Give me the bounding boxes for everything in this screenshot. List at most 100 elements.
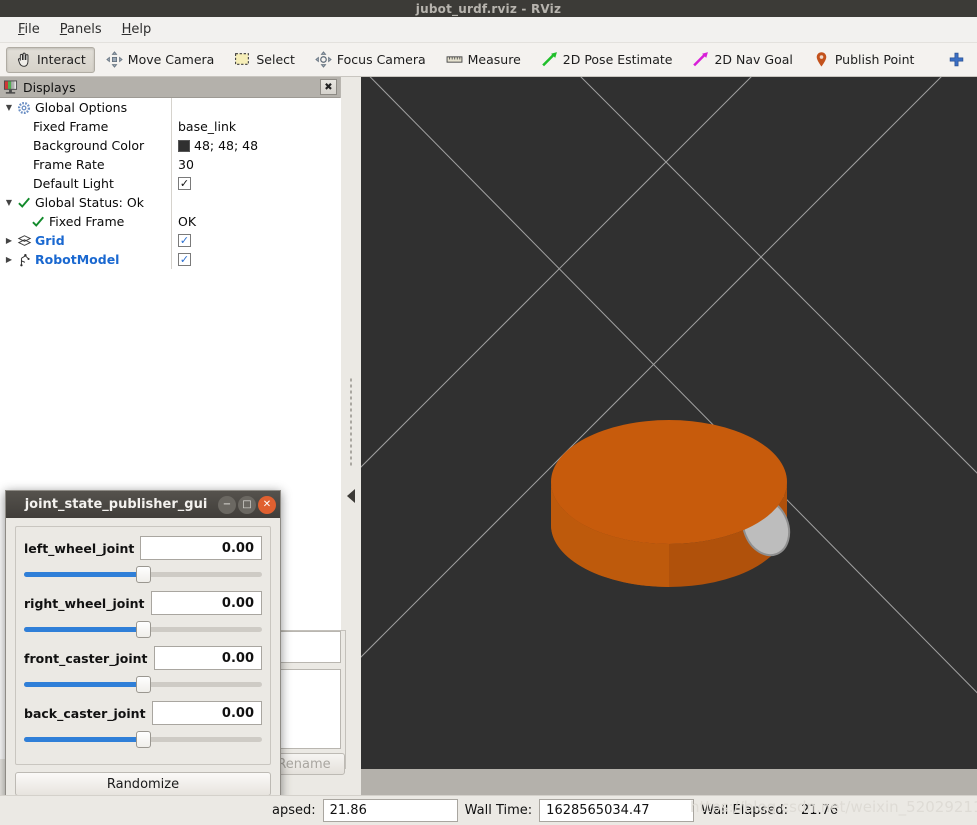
slider-fill: [24, 737, 143, 742]
toolbar-button-label: Publish Point: [834, 52, 915, 67]
color-swatch[interactable]: [178, 139, 190, 152]
joint-slider[interactable]: [24, 620, 262, 638]
tree-value-text: base_link: [178, 119, 237, 134]
tree-value-cell[interactable]: 30: [171, 155, 341, 174]
joint-slider[interactable]: [24, 565, 262, 583]
tree-twisty-down-icon[interactable]: ▼: [2, 198, 16, 207]
joint-row: left_wheel_joint 0.00: [24, 536, 262, 560]
joint-sliders-group: left_wheel_joint 0.00 right_wheel_joint 0.0…: [15, 526, 271, 765]
plus-icon: [950, 52, 964, 67]
tree-value-text: 30: [178, 157, 194, 172]
joint-value-input[interactable]: 0.00: [151, 701, 262, 725]
menu-help[interactable]: Help: [112, 19, 162, 40]
statusbar: apsed: 21.86 Wall Time: 1628565034.47 Wa…: [0, 795, 977, 825]
joint-slider[interactable]: [24, 730, 262, 748]
close-icon[interactable]: ✕: [258, 495, 276, 514]
check-icon: [30, 215, 46, 229]
slider-handle[interactable]: [136, 676, 151, 693]
tree-value-cell[interactable]: [171, 98, 341, 117]
tree-twisty-right-icon[interactable]: ▶: [2, 236, 16, 245]
joint-row: right_wheel_joint 0.00: [24, 591, 262, 615]
tree-value-text: 48; 48; 48: [194, 138, 259, 153]
toolbar-select-button[interactable]: Select: [225, 47, 304, 73]
toolbar-measure-button[interactable]: Measure: [437, 47, 530, 73]
magenta-arrow-icon: [692, 51, 709, 68]
menu-panels[interactable]: Panels: [50, 19, 112, 40]
toolbar-button-label: Measure: [467, 52, 521, 67]
tree-row[interactable]: ▼ Global Status: Ok: [0, 193, 341, 212]
joint-value-input[interactable]: 0.00: [150, 591, 262, 615]
tree-row[interactable]: Background Color 48; 48; 48: [0, 136, 341, 155]
tree-row[interactable]: ▶ RobotModel ✓: [0, 250, 341, 269]
toolbar-2d-nav-goal-button[interactable]: 2D Nav Goal: [683, 47, 801, 73]
randomize-button[interactable]: Randomize: [15, 772, 271, 796]
slider-handle[interactable]: [136, 731, 151, 748]
joint-slider[interactable]: [24, 675, 262, 693]
ruler-icon: [446, 51, 463, 68]
tree-item-label: Fixed Frame: [49, 214, 125, 229]
minimize-icon[interactable]: −: [218, 495, 236, 514]
window-title: jubot_urdf.rviz - RViz: [415, 1, 562, 16]
tree-item-label: Background Color: [33, 138, 145, 153]
gear-icon: [16, 101, 32, 115]
toolbar-publish-point-button[interactable]: Publish Point: [804, 47, 924, 73]
robot-model: [551, 420, 791, 587]
select-rect-icon: [234, 51, 251, 68]
tree-row[interactable]: Fixed Frame OK: [0, 212, 341, 231]
slider-fill: [24, 682, 143, 687]
menu-file[interactable]: File: [8, 19, 50, 40]
tree-value-cell[interactable]: ✓: [171, 231, 341, 250]
tree-row[interactable]: ▼ Global Options: [0, 98, 341, 117]
dialog-body: left_wheel_joint 0.00 right_wheel_joint 0.0…: [6, 518, 280, 825]
tree-value-cell[interactable]: 48; 48; 48: [171, 136, 341, 155]
check-icon: [16, 196, 32, 210]
displays-icon: [3, 80, 18, 94]
joint-value-input[interactable]: 0.00: [140, 536, 262, 560]
enable-checkbox[interactable]: ✓: [178, 234, 191, 247]
tree-value-cell[interactable]: [171, 193, 341, 212]
splitter-grip[interactable]: [349, 377, 353, 467]
tree-twisty-right-icon[interactable]: ▶: [2, 255, 16, 264]
tree-item-label: Global Status: Ok: [35, 195, 144, 210]
tree-item-label: Frame Rate: [33, 157, 105, 172]
tree-row[interactable]: Fixed Frame base_link: [0, 117, 341, 136]
3d-render-view[interactable]: [361, 77, 977, 769]
tree-twisty-down-icon[interactable]: ▼: [2, 103, 16, 112]
toolbar-interact-button[interactable]: Interact: [6, 46, 95, 73]
wall-elapsed-label: Wall Elapsed:: [701, 803, 788, 818]
toolbar-focus-camera-button[interactable]: Focus Camera: [306, 47, 435, 73]
tree-value-cell[interactable]: ✓: [171, 250, 341, 269]
tree-value-text: OK: [178, 214, 197, 229]
joint-row: front_caster_joint 0.00: [24, 646, 262, 670]
dialog-titlebar[interactable]: joint_state_publisher_gui − □ ✕: [6, 491, 280, 518]
displays-panel-title: Displays: [23, 79, 76, 95]
toolbar-move-camera-button[interactable]: Move Camera: [97, 47, 224, 73]
slider-handle[interactable]: [136, 566, 151, 583]
slider-handle[interactable]: [136, 621, 151, 638]
close-icon[interactable]: ✖: [320, 79, 337, 95]
tree-row[interactable]: Frame Rate 30: [0, 155, 341, 174]
toolbar-button-label: Focus Camera: [336, 52, 426, 67]
tree-value-cell[interactable]: ✓: [171, 174, 341, 193]
maximize-icon[interactable]: □: [238, 495, 256, 514]
hand-cursor-icon: [15, 51, 32, 68]
collapse-panel-arrow-icon[interactable]: [347, 489, 355, 503]
robot-icon: [16, 253, 32, 267]
toolbar-button-label: Interact: [37, 52, 86, 67]
joint-name-label: left_wheel_joint: [24, 540, 135, 556]
elapsed-label: apsed:: [272, 803, 316, 818]
enable-checkbox[interactable]: ✓: [178, 177, 191, 190]
tree-value-cell[interactable]: OK: [171, 212, 341, 231]
map-pin-icon: [813, 51, 830, 68]
tree-row[interactable]: ▶ Grid ✓: [0, 231, 341, 250]
joint-value-input[interactable]: 0.00: [153, 646, 262, 670]
add-tool-button[interactable]: [939, 47, 974, 73]
toolbar-button-label: Move Camera: [127, 52, 215, 67]
window-titlebar: jubot_urdf.rviz - RViz: [0, 0, 977, 17]
tree-row[interactable]: Default Light ✓: [0, 174, 341, 193]
slider-fill: [24, 627, 143, 632]
toolbar-button-label: 2D Pose Estimate: [562, 52, 673, 67]
toolbar-2d-pose-estimate-button[interactable]: 2D Pose Estimate: [532, 47, 682, 73]
enable-checkbox[interactable]: ✓: [178, 253, 191, 266]
tree-value-cell[interactable]: base_link: [171, 117, 341, 136]
